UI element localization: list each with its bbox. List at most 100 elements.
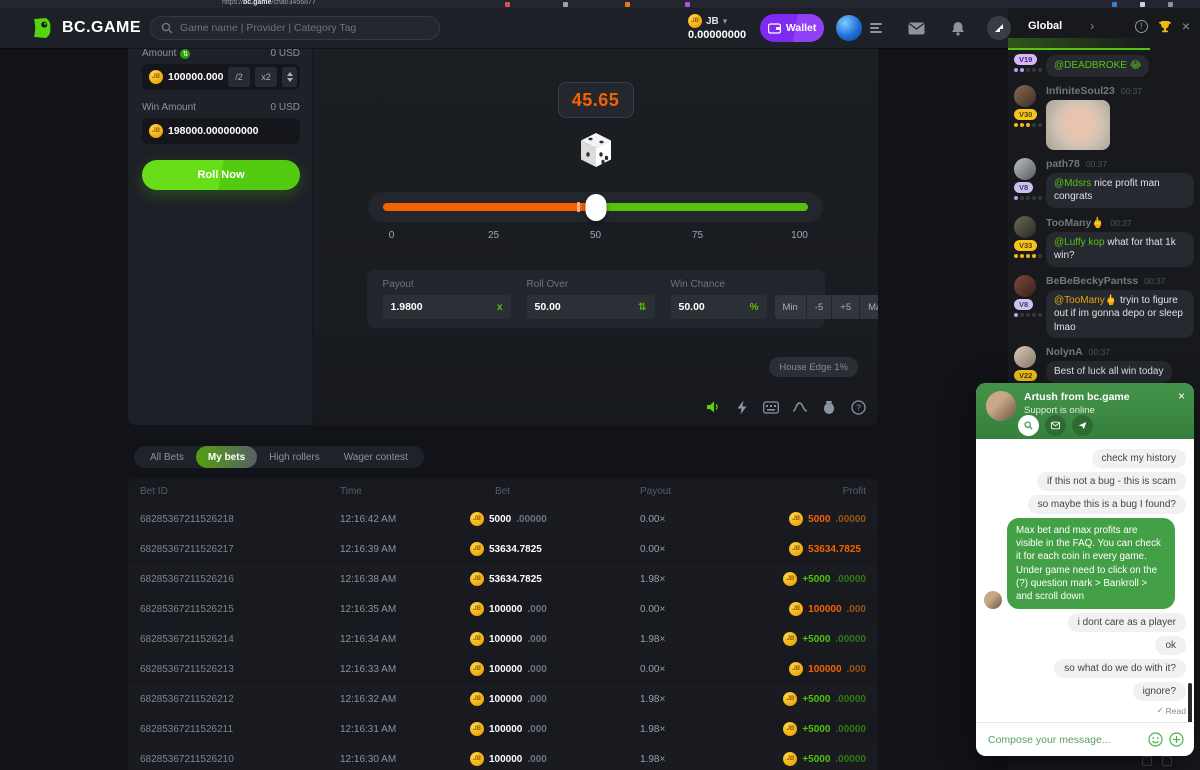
half-bet-button[interactable]: /2 xyxy=(228,67,250,87)
amount-value[interactable]: 100000.00000000 xyxy=(168,71,223,83)
bet-id[interactable]: 68285367211526216 xyxy=(140,574,340,585)
avatar[interactable] xyxy=(1014,158,1036,180)
bet-id[interactable]: 68285367211526213 xyxy=(140,664,340,675)
double-bet-button[interactable]: x2 xyxy=(255,67,277,87)
level-dots xyxy=(1014,254,1042,258)
swap-icon[interactable]: ⇅ xyxy=(638,302,646,313)
bet-amount: 100000.000 xyxy=(470,722,640,736)
chevron-right-icon[interactable]: › xyxy=(1090,19,1094,33)
roll-over-value[interactable]: 50.00 xyxy=(535,301,561,313)
turbo-icon[interactable] xyxy=(734,399,750,415)
extension-icon[interactable] xyxy=(625,2,630,7)
max-button[interactable]: Max xyxy=(859,295,878,319)
close-icon[interactable]: × xyxy=(1178,389,1185,403)
slider-knob[interactable] xyxy=(585,194,606,221)
slider-track[interactable] xyxy=(383,203,808,211)
chat-rules-icon[interactable]: ! xyxy=(1135,20,1148,33)
bet-id[interactable]: 68285367211526212 xyxy=(140,694,340,705)
table-row[interactable]: 68285367211526211 12:16:31 AM 100000.000… xyxy=(128,714,878,744)
seed-icon[interactable] xyxy=(821,399,837,415)
username[interactable]: TooMany🖕 xyxy=(1046,216,1104,229)
volume-icon[interactable] xyxy=(705,399,721,415)
support-email-button[interactable] xyxy=(1045,415,1066,436)
emoji-icon[interactable] xyxy=(1148,732,1163,747)
avatar[interactable] xyxy=(1014,275,1036,297)
bet-id[interactable]: 68285367211526217 xyxy=(140,544,340,555)
payout-input[interactable]: 1.9800 x xyxy=(383,295,511,319)
chat-footer-icons[interactable] xyxy=(1142,756,1172,766)
roll-over-input[interactable]: 50.00 ⇅ xyxy=(527,295,655,319)
chat-channel-global[interactable]: Global xyxy=(1028,20,1062,32)
tab-wager-contest[interactable]: Wager contest xyxy=(332,446,420,468)
min-button[interactable]: Min xyxy=(775,295,806,319)
avatar[interactable] xyxy=(1014,85,1036,107)
extension-icon[interactable] xyxy=(1140,2,1145,7)
coin-icon xyxy=(149,70,163,84)
promo-icon[interactable] xyxy=(987,16,1011,40)
bet-id[interactable]: 68285367211526211 xyxy=(140,724,340,735)
bet-payout: 1.98× xyxy=(640,574,750,585)
bet-time: 12:16:42 AM xyxy=(340,514,470,525)
username[interactable]: path78 xyxy=(1046,158,1080,170)
amount-input[interactable]: 100000.00000000 /2 x2 xyxy=(142,64,300,90)
menu-icon[interactable] xyxy=(870,23,882,33)
avatar[interactable] xyxy=(1014,346,1036,368)
bet-time: 12:16:35 AM xyxy=(340,604,470,615)
close-icon[interactable]: × xyxy=(1182,18,1190,34)
table-row[interactable]: 68285367211526215 12:16:35 AM 100000.000… xyxy=(128,594,878,624)
username[interactable]: NolynA xyxy=(1046,346,1083,358)
currency-swap-icon[interactable]: ⇅ xyxy=(180,49,190,59)
bet-id[interactable]: 68285367211526210 xyxy=(140,754,340,765)
help-icon[interactable]: ? xyxy=(850,399,866,415)
game-search[interactable]: Game name | Provider | Category Tag xyxy=(150,16,440,40)
table-row[interactable]: 68285367211526214 12:16:34 AM 100000.000… xyxy=(128,624,878,654)
table-row[interactable]: 68285367211526218 12:16:42 AM 5000.00000… xyxy=(128,504,878,534)
compose-input[interactable] xyxy=(986,733,1142,747)
avatar[interactable] xyxy=(1014,216,1036,238)
attach-plus-icon[interactable] xyxy=(1169,732,1184,747)
trophy-icon[interactable] xyxy=(1158,20,1172,33)
table-row[interactable]: 68285367211526212 12:16:32 AM 100000.000… xyxy=(128,684,878,714)
bet-id[interactable]: 68285367211526218 xyxy=(140,514,340,525)
hotkeys-icon[interactable] xyxy=(763,399,779,415)
bell-icon[interactable] xyxy=(951,21,965,36)
roll-slider[interactable] xyxy=(368,192,823,222)
bet-amount: 53634.7825 xyxy=(470,542,640,556)
currency-selector[interactable]: JB ▾ 0.00000000 xyxy=(688,14,746,41)
support-agent-name: Artush from bc.game xyxy=(1024,391,1184,403)
payout-value[interactable]: 1.9800 xyxy=(391,301,423,313)
mail-icon[interactable] xyxy=(908,22,925,35)
extension-icon[interactable] xyxy=(685,2,690,7)
extension-icon[interactable] xyxy=(563,2,568,7)
win-amount-input[interactable]: 198000.000000000 xyxy=(142,118,300,144)
table-row[interactable]: 68285367211526210 12:16:30 AM 100000.000… xyxy=(128,744,878,770)
win-chance-input[interactable]: 50.00 % xyxy=(671,295,767,319)
win-chance-value[interactable]: 50.00 xyxy=(679,301,705,313)
chat-photo[interactable] xyxy=(1046,100,1110,150)
wallet-button[interactable]: Wallet xyxy=(760,14,824,42)
trends-icon[interactable] xyxy=(792,399,808,415)
user-avatar[interactable] xyxy=(836,15,862,41)
bc-logo[interactable]: BC.GAME xyxy=(30,16,141,40)
minus-5-button[interactable]: -5 xyxy=(806,295,831,319)
table-row[interactable]: 68285367211526217 12:16:39 AM 53634.7825… xyxy=(128,534,878,564)
address-bar[interactable]: https://bc.game/chat/3456877 xyxy=(222,0,316,7)
tab-my-bets[interactable]: My bets xyxy=(196,446,257,468)
username[interactable]: InfiniteSoul23 xyxy=(1046,85,1115,97)
table-row[interactable]: 68285367211526216 12:16:38 AM 53634.7825… xyxy=(128,564,878,594)
win-amount-value[interactable]: 198000.000000000 xyxy=(168,125,297,137)
extension-icon[interactable] xyxy=(1168,2,1173,7)
extension-icon[interactable] xyxy=(1112,2,1117,7)
support-telegram-button[interactable] xyxy=(1072,415,1093,436)
username[interactable]: BeBeBeckyPantss xyxy=(1046,275,1138,287)
amount-stepper[interactable] xyxy=(282,67,297,87)
bet-id[interactable]: 68285367211526214 xyxy=(140,634,340,645)
bet-id[interactable]: 68285367211526215 xyxy=(140,604,340,615)
table-row[interactable]: 68285367211526213 12:16:33 AM 100000.000… xyxy=(128,654,878,684)
tab-high-rollers[interactable]: High rollers xyxy=(257,446,332,468)
support-search-button[interactable] xyxy=(1018,415,1039,436)
roll-now-button[interactable]: Roll Now xyxy=(142,160,300,190)
extension-icon[interactable] xyxy=(505,2,510,7)
plus-5-button[interactable]: +5 xyxy=(831,295,859,319)
tab-all-bets[interactable]: All Bets xyxy=(138,446,196,468)
